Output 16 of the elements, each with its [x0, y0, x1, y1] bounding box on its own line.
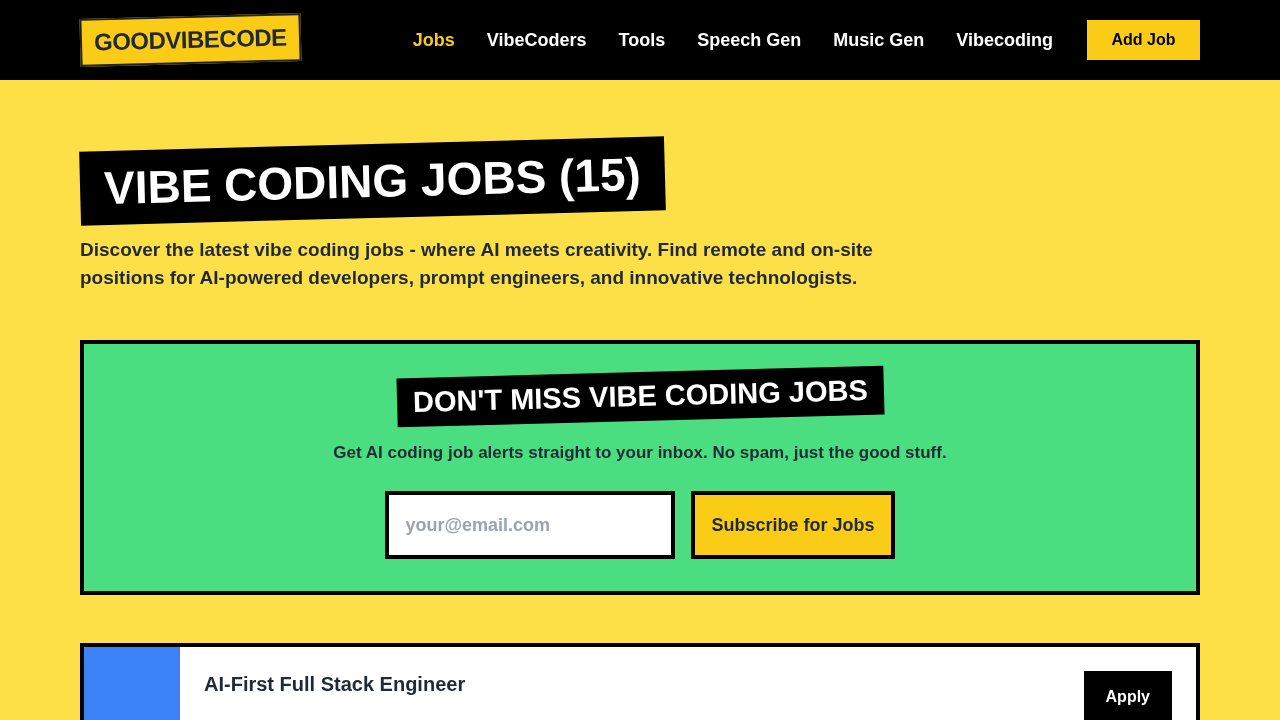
subscribe-text: Get AI coding job alerts straight to your inbox. No spam, just the good stuff.: [333, 443, 947, 463]
page-title: VIBE CODING JOBS (15): [79, 136, 666, 226]
subscribe-title: DON'T MISS VIBE CODING JOBS: [396, 365, 884, 428]
apply-button[interactable]: Apply: [1083, 671, 1172, 720]
nav-link[interactable]: Tools: [618, 29, 666, 51]
page-description: Discover the latest vibe coding jobs - where AI meets creativity. Find remote and on-site positions for AI-powered developers, prompt engineers, and innovative technologists.: [80, 238, 874, 290]
add-job-button[interactable]: Add Job: [1087, 20, 1200, 60]
logo[interactable]: GOODVIBECODE: [79, 13, 302, 67]
subscribe-button[interactable]: Subscribe for Jobs: [691, 491, 895, 559]
nav-link[interactable]: Speech Gen: [697, 29, 802, 51]
job-title[interactable]: AI-First Full Stack Engineer: [204, 673, 1060, 696]
nav-link[interactable]: Jobs: [412, 29, 455, 51]
nav-link[interactable]: Music Gen: [833, 29, 925, 51]
nav-link[interactable]: Vibecoding: [956, 29, 1053, 51]
email-field[interactable]: your@email.com: [385, 491, 676, 559]
nav-link[interactable]: VibeCoders: [486, 29, 587, 51]
